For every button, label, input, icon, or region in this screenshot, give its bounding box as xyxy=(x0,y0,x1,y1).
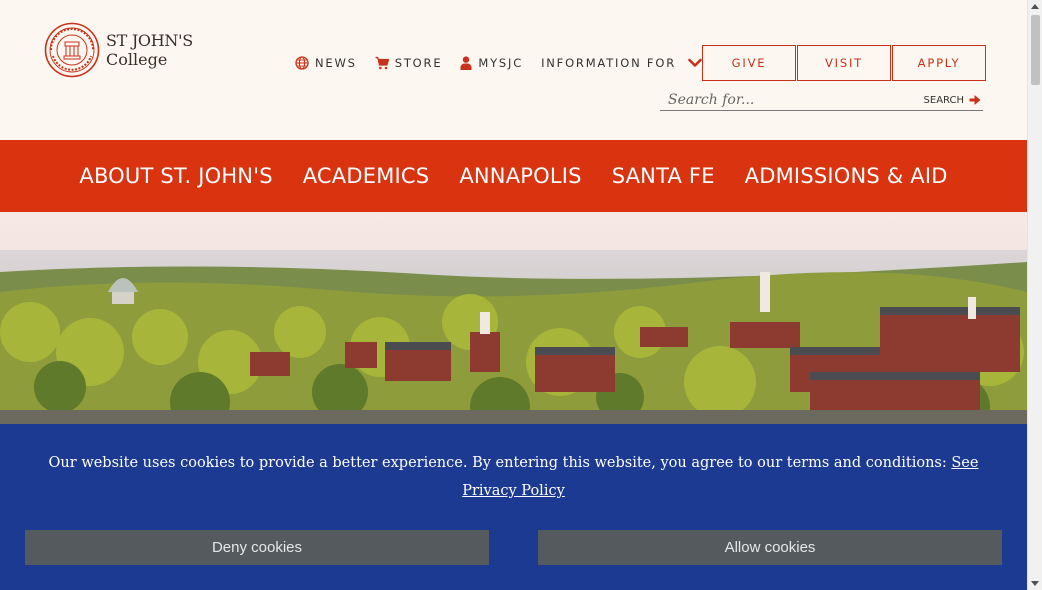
globe-icon xyxy=(295,56,309,70)
utility-nav: NEWS STORE MYSJC INFORMATION FOR xyxy=(295,56,702,70)
search-input[interactable] xyxy=(660,92,924,108)
site-header: ST JOHN'S College NEWS STORE MYSJC INFOR… xyxy=(0,0,1027,140)
college-seal-icon xyxy=(44,22,100,78)
user-icon xyxy=(460,56,472,70)
wordmark-line-2: College xyxy=(106,50,168,69)
search-button-label: SEARCH xyxy=(923,94,964,106)
deny-cookies-button[interactable]: Deny cookies xyxy=(25,530,489,565)
nav-item-about[interactable]: ABOUT ST. JOHN'S xyxy=(79,164,272,188)
utility-store-link[interactable]: STORE xyxy=(375,56,443,70)
scrollbar-thumb[interactable] xyxy=(1031,15,1040,85)
utility-store-label: STORE xyxy=(394,56,443,70)
nav-item-academics[interactable]: ACADEMICS xyxy=(303,164,430,188)
page-scrollbar[interactable] xyxy=(1027,0,1042,590)
cookie-message-text: Our website uses cookies to provide a be… xyxy=(48,455,952,471)
nav-item-annapolis[interactable]: ANNAPOLIS xyxy=(459,164,581,188)
utility-news-label: NEWS xyxy=(315,56,357,70)
scroll-up-arrow-icon[interactable] xyxy=(1031,4,1039,9)
utility-mysjc-link[interactable]: MYSJC xyxy=(460,56,523,70)
site-search: SEARCH xyxy=(660,90,983,111)
information-for-dropdown[interactable]: INFORMATION FOR xyxy=(541,56,702,70)
cookie-message: Our website uses cookies to provide a be… xyxy=(36,449,991,505)
arrow-right-icon xyxy=(969,95,981,105)
utility-mysjc-label: MYSJC xyxy=(478,56,524,70)
chevron-down-icon xyxy=(688,58,702,67)
nav-item-admissions-aid[interactable]: ADMISSIONS & AID xyxy=(745,164,948,188)
cart-icon xyxy=(375,56,389,70)
allow-cookies-button[interactable]: Allow cookies xyxy=(538,530,1002,565)
apply-button[interactable]: APPLY xyxy=(892,45,986,81)
wordmark-line-1: ST JOHN'S xyxy=(106,31,193,50)
information-for-label: INFORMATION FOR xyxy=(541,56,676,70)
main-nav: ABOUT ST. JOHN'S ACADEMICS ANNAPOLIS SAN… xyxy=(0,140,1027,212)
utility-news-link[interactable]: NEWS xyxy=(295,56,357,70)
nav-item-santa-fe[interactable]: SANTA FE xyxy=(612,164,715,188)
hero-image xyxy=(0,212,1027,424)
visit-button[interactable]: VISIT xyxy=(797,45,891,81)
college-logo[interactable]: ST JOHN'S College xyxy=(44,22,193,78)
college-wordmark: ST JOHN'S College xyxy=(106,31,193,69)
cookie-banner: Our website uses cookies to provide a be… xyxy=(0,424,1027,590)
search-button[interactable]: SEARCH xyxy=(924,94,983,106)
scroll-down-arrow-icon[interactable] xyxy=(1031,581,1039,586)
give-button[interactable]: GIVE xyxy=(702,45,796,81)
campus-aerial-photo xyxy=(0,212,1027,424)
